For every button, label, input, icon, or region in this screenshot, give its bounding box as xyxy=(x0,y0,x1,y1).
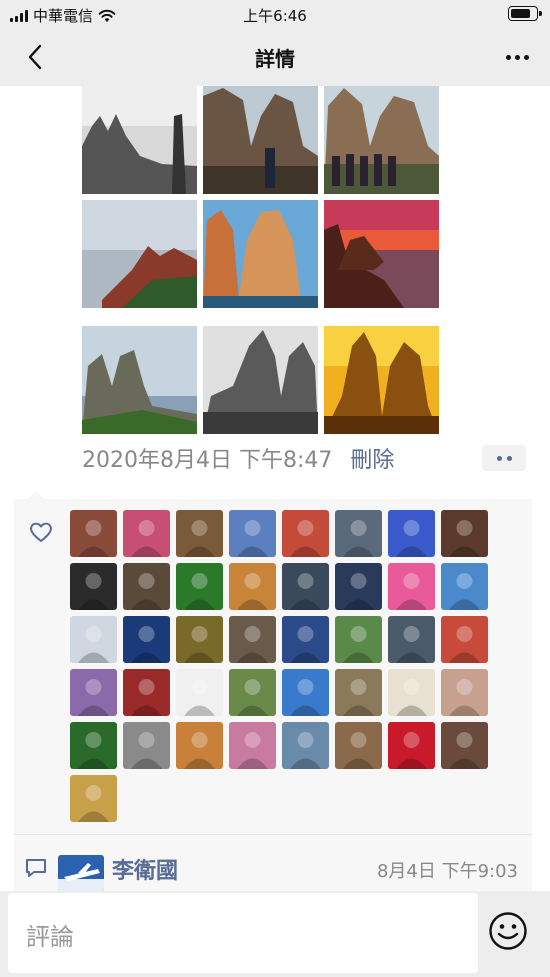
nav-bar: 詳情 xyxy=(0,28,550,86)
emoji-smile-icon[interactable] xyxy=(488,911,528,951)
liker-avatar[interactable] xyxy=(229,722,276,769)
liker-avatar[interactable] xyxy=(335,722,382,769)
photo-golden-rock-painting[interactable] xyxy=(324,326,439,434)
liker-avatar[interactable] xyxy=(176,563,223,610)
photo-orange-rock-pillars[interactable] xyxy=(203,200,318,308)
heart-outline-icon xyxy=(30,522,52,542)
liker-avatar[interactable] xyxy=(70,563,117,610)
liker-avatar[interactable] xyxy=(441,616,488,663)
liker-avatar[interactable] xyxy=(441,563,488,610)
liker-avatar[interactable] xyxy=(282,510,329,557)
liker-avatar[interactable] xyxy=(388,510,435,557)
liker-avatar[interactable] xyxy=(123,669,170,716)
liker-avatar[interactable] xyxy=(335,669,382,716)
likes-section xyxy=(14,491,532,834)
status-bar: 中華電信 上午6:46 xyxy=(0,0,550,28)
liker-avatar[interactable] xyxy=(70,616,117,663)
comment-input[interactable]: 評論 xyxy=(8,893,478,973)
liker-avatar[interactable] xyxy=(388,669,435,716)
liker-avatar[interactable] xyxy=(282,616,329,663)
photo-rock-pillars-people[interactable] xyxy=(203,86,318,194)
liker-avatar[interactable] xyxy=(335,510,382,557)
post-meta: 2020年8月4日 下午8:47 刪除 xyxy=(82,442,394,474)
liker-avatar[interactable] xyxy=(176,510,223,557)
post-timestamp: 2020年8月4日 下午8:47 xyxy=(82,448,333,473)
photo-bw-rock-coast[interactable] xyxy=(82,86,197,194)
liker-avatar[interactable] xyxy=(335,563,382,610)
photo-grid xyxy=(82,86,440,434)
battery-fill xyxy=(511,9,530,18)
page-title: 詳情 xyxy=(255,47,295,71)
liker-avatar[interactable] xyxy=(441,510,488,557)
liker-avatar[interactable] xyxy=(70,669,117,716)
delete-link[interactable]: 刪除 xyxy=(350,442,394,474)
status-time: 上午6:46 xyxy=(243,7,307,25)
photo-misty-sea-rocks[interactable] xyxy=(82,200,197,308)
liker-avatar[interactable] xyxy=(282,722,329,769)
liker-avatar[interactable] xyxy=(282,563,329,610)
liker-avatar[interactable] xyxy=(123,510,170,557)
liker-avatar[interactable] xyxy=(229,563,276,610)
liker-avatar[interactable] xyxy=(123,616,170,663)
liker-avatar[interactable] xyxy=(70,510,117,557)
liker-avatar[interactable] xyxy=(229,616,276,663)
comment-time: 8月4日 下午9:03 xyxy=(376,861,518,882)
photo-bw-rock-pillars[interactable] xyxy=(203,326,318,434)
comment-icon xyxy=(26,859,46,877)
photo-twin-rocks-island[interactable] xyxy=(82,326,197,434)
liker-avatar[interactable] xyxy=(229,669,276,716)
photo-sunset-rock-coast[interactable] xyxy=(324,200,439,308)
comment-input-bar: 評論 xyxy=(0,891,550,977)
liker-avatar[interactable] xyxy=(441,722,488,769)
liker-avatar[interactable] xyxy=(229,510,276,557)
comment-placeholder: 評論 xyxy=(26,923,74,951)
liker-avatar[interactable] xyxy=(335,616,382,663)
liker-avatar[interactable] xyxy=(176,669,223,716)
battery-icon xyxy=(508,6,542,21)
liker-avatar[interactable] xyxy=(441,669,488,716)
more-dots-icon xyxy=(496,455,502,461)
more-horizontal-icon xyxy=(505,54,511,60)
liker-avatar[interactable] xyxy=(388,563,435,610)
post-options-button[interactable] xyxy=(482,445,526,471)
liker-avatar[interactable] xyxy=(176,722,223,769)
liker-avatar[interactable] xyxy=(123,563,170,610)
liker-avatar[interactable] xyxy=(123,722,170,769)
commenter-avatar[interactable] xyxy=(58,855,104,891)
post-detail: 2020年8月4日 下午8:47 刪除 李衛國 8月4日 下午9:03 xyxy=(0,86,550,891)
photo-rock-pillars-group[interactable] xyxy=(324,86,439,194)
commenter-name[interactable]: 李衛國 xyxy=(112,853,178,885)
liker-avatar[interactable] xyxy=(388,616,435,663)
more-button[interactable] xyxy=(502,42,532,72)
comment-item[interactable]: 李衛國 8月4日 下午9:03 xyxy=(14,834,532,891)
liker-avatar[interactable] xyxy=(70,722,117,769)
liker-avatar[interactable] xyxy=(176,616,223,663)
liker-avatar[interactable] xyxy=(70,775,117,822)
liker-avatar[interactable] xyxy=(388,722,435,769)
liker-avatar[interactable] xyxy=(282,669,329,716)
